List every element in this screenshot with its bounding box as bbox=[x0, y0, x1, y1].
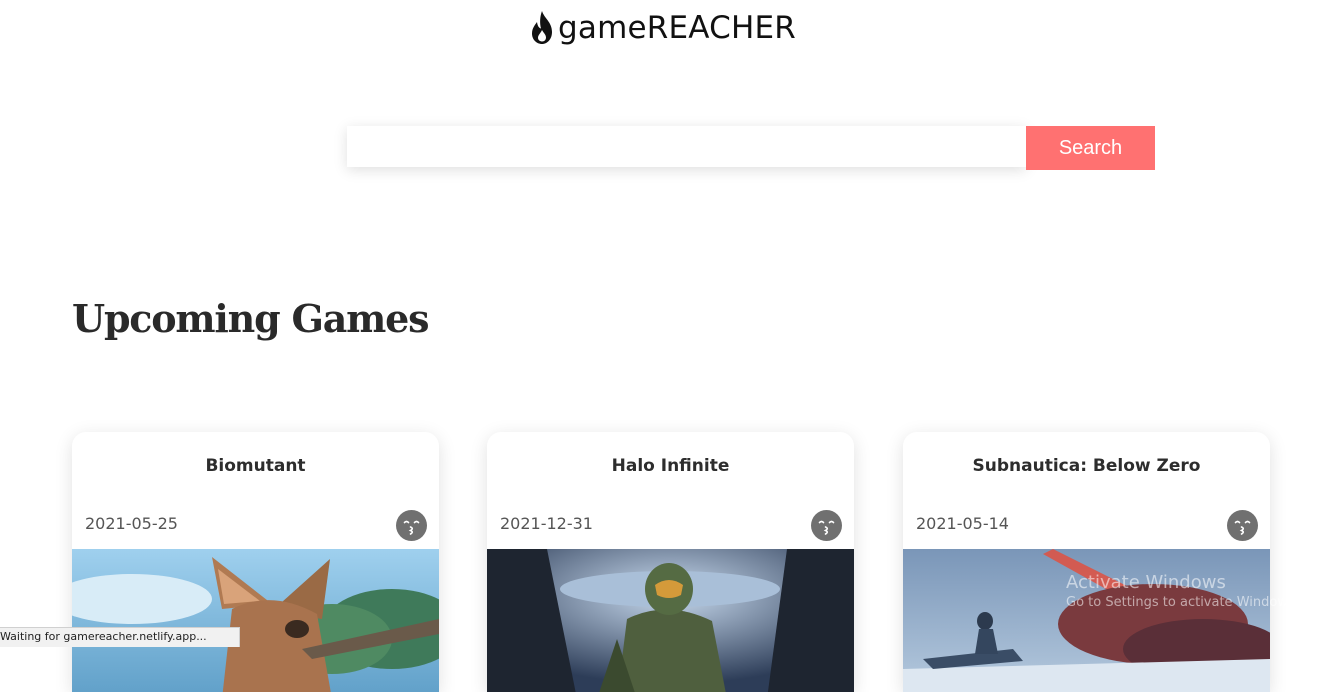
release-date: 2021-12-31 bbox=[500, 514, 593, 533]
search-form: Search bbox=[347, 126, 1155, 170]
release-date: 2021-05-14 bbox=[916, 514, 1009, 533]
browser-status-bar: Waiting for gamereacher.netlify.app... bbox=[0, 627, 240, 647]
site-logo[interactable]: gameREACHER bbox=[529, 6, 796, 50]
release-date: 2021-05-25 bbox=[85, 514, 178, 533]
game-title: Subnautica: Below Zero bbox=[972, 456, 1201, 476]
game-card[interactable]: Biomutant 2021-05-25 bbox=[72, 432, 439, 692]
flame-icon bbox=[532, 11, 552, 44]
game-card[interactable]: Subnautica: Below Zero 2021-05-14 bbox=[903, 432, 1270, 692]
kissing-face-icon[interactable] bbox=[1227, 510, 1258, 541]
game-cover-image[interactable] bbox=[903, 549, 1270, 692]
section-title: Upcoming Games bbox=[72, 296, 430, 341]
kissing-face-icon[interactable] bbox=[396, 510, 427, 541]
game-cover-image[interactable] bbox=[487, 549, 854, 692]
kissing-face-icon[interactable] bbox=[811, 510, 842, 541]
search-input[interactable] bbox=[347, 126, 1026, 167]
game-cover-image[interactable] bbox=[72, 549, 439, 692]
game-title: Halo Infinite bbox=[611, 456, 730, 476]
search-button[interactable]: Search bbox=[1026, 126, 1155, 170]
game-card[interactable]: Halo Infinite 2021-12-31 bbox=[487, 432, 854, 692]
brand-name: gameREACHER bbox=[558, 10, 797, 46]
game-title: Biomutant bbox=[205, 456, 306, 476]
